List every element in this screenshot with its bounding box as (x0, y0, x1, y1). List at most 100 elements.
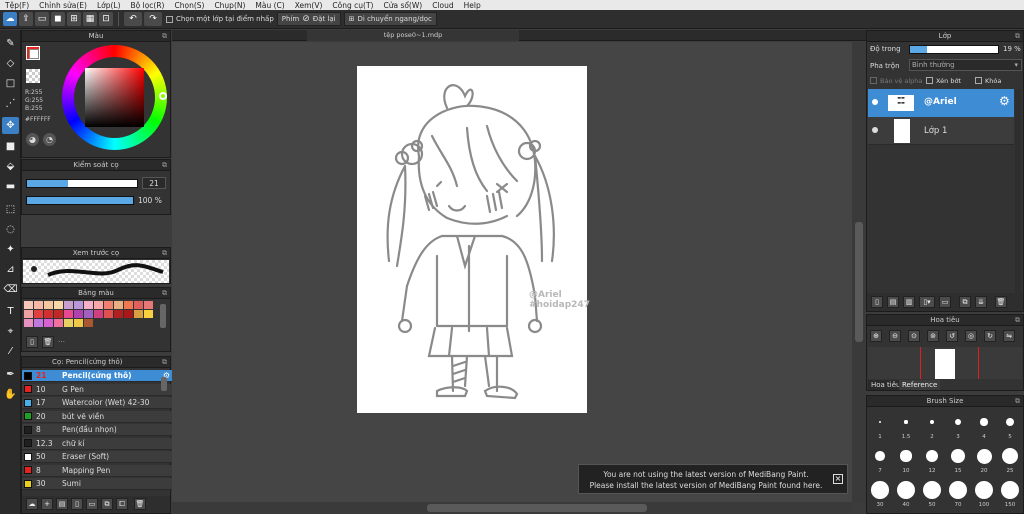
popout-icon[interactable]: ⧉ (162, 357, 167, 368)
palette-swatch[interactable] (24, 310, 33, 318)
palette-swatch[interactable] (74, 319, 83, 327)
new-layer-icon[interactable]: ▯ (871, 296, 883, 308)
palette-swatch[interactable] (64, 319, 73, 327)
palette-swatch[interactable] (124, 301, 133, 309)
zoom-fit-icon[interactable]: ⊙ (908, 330, 920, 342)
brush-list-item[interactable]: 10 G Pen (22, 383, 172, 396)
menu-item[interactable]: Cloud (427, 1, 458, 10)
layer-folder-icon[interactable]: ▭ (939, 296, 951, 308)
crop-icon[interactable]: ⊡ (99, 12, 113, 26)
visibility-icon[interactable] (872, 127, 878, 133)
brush-list-item[interactable]: 21 Pencil(cứng thô) ⚙ (22, 370, 172, 382)
merge-layer-icon[interactable]: ⇊ (975, 296, 987, 308)
menu-item[interactable]: Cửa sổ(W) (378, 1, 427, 10)
menu-item[interactable]: Chỉnh sửa(E) (34, 1, 92, 10)
popout-icon[interactable]: ⧉ (1015, 31, 1020, 42)
foreground-color-swatch[interactable] (29, 49, 39, 59)
palette-swatch[interactable] (44, 319, 53, 327)
rotate-reset-icon[interactable]: ◎ (965, 330, 977, 342)
palette-swatch[interactable] (54, 301, 63, 309)
transparent-swatch[interactable] (26, 69, 40, 83)
reference-tab[interactable]: Reference (899, 380, 941, 390)
add-layer-menu-icon[interactable]: ▯▾ (919, 296, 935, 308)
palette-swatch[interactable] (104, 301, 113, 309)
brush-size-option[interactable]: 40 (893, 476, 919, 510)
clipping-checkbox[interactable]: Xén bớt (926, 77, 961, 85)
palette-swatch[interactable] (74, 301, 83, 309)
add-brush-icon[interactable]: + (41, 498, 53, 510)
brush-size-option[interactable]: 150 (997, 476, 1023, 510)
operation-tool-icon[interactable]: ⌖ (2, 323, 19, 340)
menu-item[interactable]: Xem(V) (290, 1, 328, 10)
brush-size-option[interactable]: 10 (893, 442, 919, 476)
cloud-brush-icon[interactable]: ☁ (26, 498, 38, 510)
close-icon[interactable]: × (833, 474, 843, 484)
bucket-tool-icon[interactable]: ⬙ (2, 158, 19, 175)
brush-duplicate-icon[interactable]: ⧉ (101, 498, 113, 510)
brush-size-option[interactable]: 2 (919, 408, 945, 442)
palette-swatch[interactable] (34, 310, 43, 318)
brush-size-option[interactable]: 12 (919, 442, 945, 476)
flip-icon[interactable]: ⇋ (1003, 330, 1015, 342)
brush-tool-icon[interactable]: ✎ (2, 35, 19, 52)
delete-brush-icon[interactable]: 🗑 (134, 498, 146, 510)
palette-swatch[interactable] (134, 301, 143, 309)
popout-icon[interactable]: ⧉ (162, 31, 167, 42)
layers-icon[interactable]: ▦ (83, 12, 97, 26)
select-pen-tool-icon[interactable]: ⊿ (2, 261, 19, 278)
select-layer-checkbox[interactable]: Chọn một lớp tại điểm nhấp (166, 15, 274, 23)
brush-size-option[interactable]: 1 (867, 408, 893, 442)
comment-icon[interactable]: ▭ (35, 12, 49, 26)
redo-icon[interactable]: ↷ (144, 12, 162, 26)
zoom-out-icon[interactable]: ⊖ (889, 330, 901, 342)
rectangle-tool-icon[interactable]: □ (2, 75, 19, 92)
undo-icon[interactable]: ↶ (124, 12, 142, 26)
palette-swatch[interactable] (44, 301, 53, 309)
palette-swatch[interactable] (64, 301, 73, 309)
menu-item[interactable]: Công cụ(T) (327, 1, 378, 10)
menu-item[interactable]: Lớp(L) (92, 1, 126, 10)
palette-swatch[interactable] (114, 310, 123, 318)
rotate-left-icon[interactable]: ↺ (946, 330, 958, 342)
palette-swatch[interactable] (114, 301, 123, 309)
palette-swatch[interactable] (84, 310, 93, 318)
menu-item[interactable]: Help (459, 1, 486, 10)
dot-brush-tool-icon[interactable]: ⋰ (2, 95, 19, 112)
menu-item[interactable]: Chụp(N) (209, 1, 250, 10)
drawing-paper[interactable]: @Ariel #hoidap247 (357, 66, 590, 413)
update-notice[interactable]: You are not using the latest version of … (578, 464, 848, 494)
navigator-preview[interactable] (868, 347, 1022, 379)
cloud-icon[interactable]: ☁ (3, 12, 17, 26)
palette-swatch[interactable] (144, 310, 153, 318)
zoom-actual-icon[interactable]: ⊚ (927, 330, 939, 342)
layer-row-ariel[interactable]: ▬▬ ▬▬ @Ariel ⚙ (868, 89, 1014, 117)
move-tool-icon[interactable]: ✥ (2, 117, 19, 134)
size-slider[interactable] (26, 179, 138, 188)
palette-icon[interactable]: ◕ (26, 133, 39, 146)
opacity-slider[interactable] (26, 196, 134, 205)
palette-swatch[interactable] (144, 301, 153, 309)
vertical-scrollbar[interactable] (852, 42, 866, 502)
menu-item[interactable]: Màu (C) (250, 1, 289, 10)
brush-size-option[interactable]: 20 (971, 442, 997, 476)
gradient-tool-icon[interactable]: ▬ (2, 178, 19, 195)
palette-swatch[interactable] (84, 301, 93, 309)
brush-size-option[interactable]: 5 (997, 408, 1023, 442)
menu-item[interactable]: Tệp(F) (0, 1, 34, 10)
rotate-right-icon[interactable]: ↻ (984, 330, 996, 342)
brush-file-icon[interactable]: ▯ (71, 498, 83, 510)
zoom-in-icon[interactable]: ⊕ (870, 330, 882, 342)
hue-handle[interactable] (159, 92, 167, 100)
hand-tool-icon[interactable]: ✋ (2, 386, 19, 403)
horizontal-scroll-thumb[interactable] (427, 504, 647, 512)
new-8bit-layer-icon[interactable]: ▥ (903, 296, 915, 308)
palette-more-icon[interactable]: … (58, 336, 65, 344)
fill-rect-tool-icon[interactable]: ■ (2, 138, 19, 155)
brush-list-item[interactable]: 12.3 chữ kí (22, 437, 172, 450)
saturation-square[interactable] (85, 68, 144, 127)
visibility-icon[interactable] (872, 99, 878, 105)
brush-size-option[interactable]: 1.5 (893, 408, 919, 442)
lasso-tool-icon[interactable]: ◌ (2, 221, 19, 238)
popout-icon[interactable]: ⧉ (162, 288, 167, 299)
palette-swatch[interactable] (54, 319, 63, 327)
